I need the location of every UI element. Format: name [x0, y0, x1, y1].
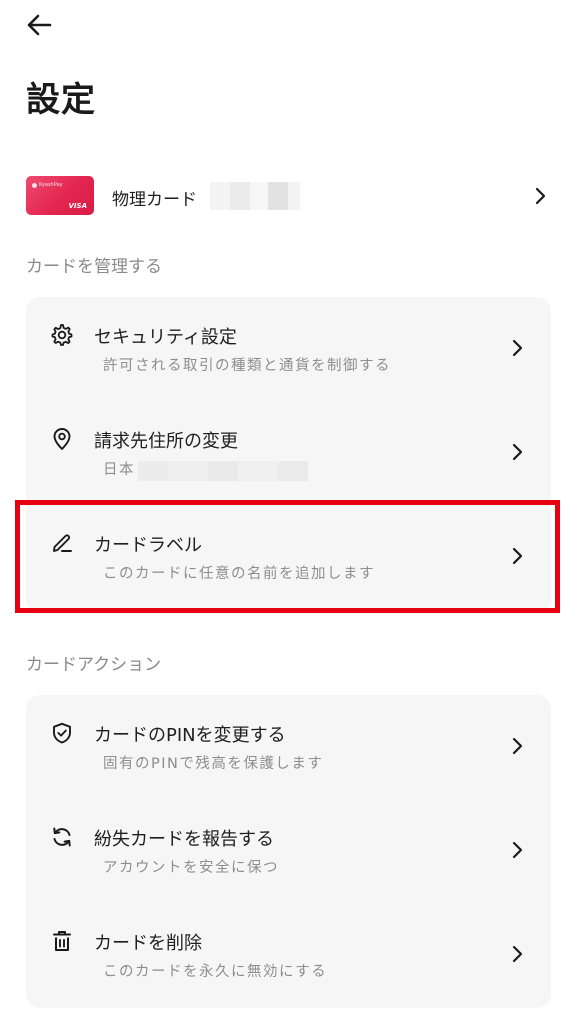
item-title: カードのPINを変更する — [94, 725, 286, 746]
report-lost-item[interactable]: 紛失カードを報告する アカウントを安全に保つ — [26, 799, 551, 903]
chevron-right-icon — [512, 841, 523, 859]
section-header-manage: カードを管理する — [26, 257, 162, 277]
card-thumbnail: KyashPay VISA — [26, 176, 94, 215]
arrow-left-icon — [27, 14, 52, 36]
change-pin-item[interactable]: カードのPINを変更する 固有のPINで残高を保護します — [26, 695, 551, 799]
trash-icon — [53, 931, 71, 951]
item-subtitle: 許可される取引の種類と通貨を制御する — [103, 358, 391, 374]
location-pin-icon — [53, 428, 71, 450]
section-header-actions: カードアクション — [26, 655, 162, 675]
address-redacted — [138, 461, 308, 481]
physical-card-row[interactable]: KyashPay VISA 物理カード — [0, 168, 577, 224]
highlight-box — [15, 500, 560, 613]
chevron-right-icon — [512, 945, 523, 963]
chevron-right-icon — [535, 187, 546, 205]
card-number-redacted — [210, 182, 300, 210]
chevron-right-icon — [512, 339, 523, 357]
delete-card-item[interactable]: カードを削除 このカードを永久に無効にする — [26, 903, 551, 1007]
item-title: 請求先住所の変更 — [94, 431, 238, 452]
card-logo-icon — [32, 183, 37, 188]
card-brand-small: KyashPay — [39, 182, 63, 188]
back-button[interactable] — [22, 8, 56, 42]
chevron-right-icon — [512, 443, 523, 461]
visa-logo: VISA — [68, 202, 87, 210]
item-title: セキュリティ設定 — [94, 327, 237, 348]
item-title: カードを削除 — [94, 933, 202, 954]
item-subtitle: 固有のPINで残高を保護します — [103, 756, 324, 772]
item-title: 紛失カードを報告する — [94, 829, 274, 850]
card-actions-panel: カードのPINを変更する 固有のPINで残高を保護します 紛失カードを報告する … — [26, 695, 551, 1008]
page-title: 設定 — [26, 80, 96, 120]
refresh-icon — [53, 827, 71, 847]
shield-check-icon — [53, 722, 71, 744]
card-name: 物理カード — [112, 190, 197, 210]
item-subtitle: このカードを永久に無効にする — [103, 964, 328, 980]
item-subtitle: アカウントを安全に保つ — [103, 860, 279, 876]
security-settings-item[interactable]: セキュリティ設定 許可される取引の種類と通貨を制御する — [26, 297, 551, 401]
chevron-right-icon — [512, 737, 523, 755]
item-subtitle: 日本 — [103, 462, 135, 478]
billing-address-item[interactable]: 請求先住所の変更 日本 — [26, 401, 551, 505]
gear-icon — [51, 324, 73, 346]
